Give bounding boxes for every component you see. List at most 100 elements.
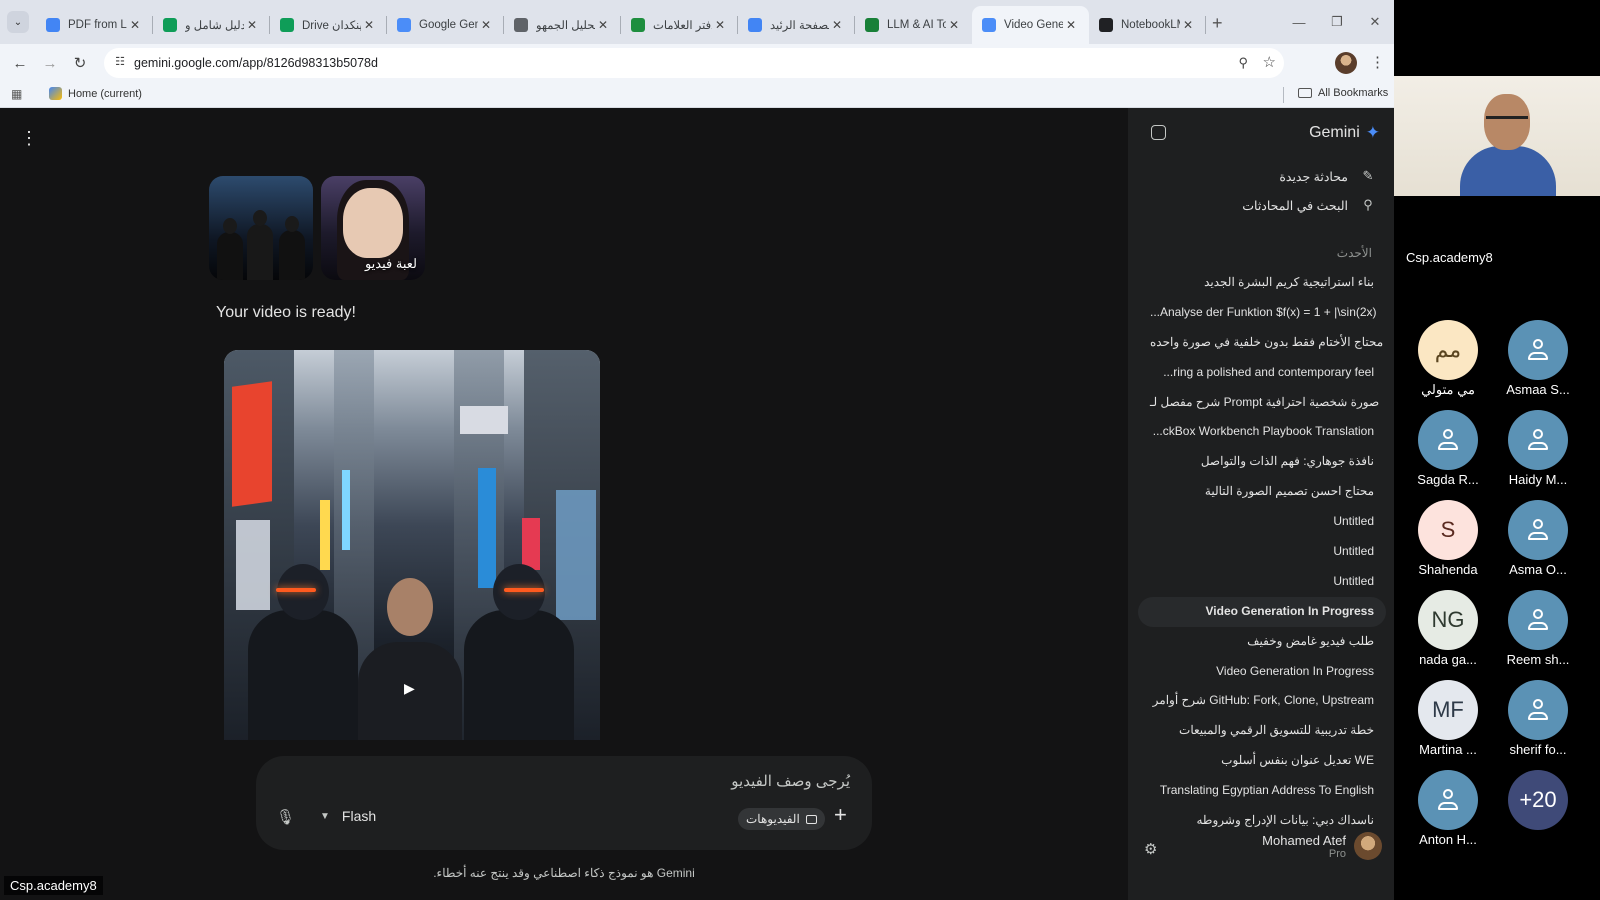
browser-tab[interactable]: Video Gener ✕ <box>972 6 1089 44</box>
tab-title: PDF from Lir <box>68 19 127 31</box>
tab-close-icon[interactable]: ✕ <box>1063 18 1079 32</box>
bookmark-star-icon[interactable]: ☆ <box>1263 53 1276 71</box>
chat-history-item[interactable]: طلب فيديو غامض وخفيف <box>1138 627 1386 657</box>
tab-search-button[interactable]: ⌄ <box>7 11 29 33</box>
profile-avatar[interactable] <box>1335 52 1357 74</box>
videos-tool-chip[interactable]: الفيديوهات <box>738 808 825 830</box>
participant-tile[interactable]: S Shahenda <box>1402 500 1494 577</box>
zoom-icon[interactable]: ⚲ <box>1238 55 1248 71</box>
participant-avatar: MF <box>1418 680 1478 740</box>
address-bar[interactable]: ☷ gemini.google.com/app/8126d98313b5078d… <box>104 48 1284 78</box>
bookmark-home[interactable]: Home (current) <box>49 87 142 100</box>
tab-close-icon[interactable]: ✕ <box>712 18 728 32</box>
chat-history-item[interactable]: شرح أوامر GitHub: Fork, Clone, Upstream <box>1138 686 1386 716</box>
chat-history-item[interactable]: بناء استراتيجية كريم البشرة الجديد <box>1138 268 1386 298</box>
prompt-input[interactable]: يُرجى وصف الفيديو <box>731 772 850 790</box>
browser-tab[interactable]: دفتر العلامات ✕ <box>621 6 738 44</box>
back-button[interactable]: ← <box>8 51 32 75</box>
chat-history-item[interactable]: خطة تدريبية للتسويق الرقمي والمبيعات <box>1138 716 1386 746</box>
disclaimer-label: Gemini هو نموذج ذكاء اصطناعي وقد ينتج عن… <box>433 866 695 880</box>
tab-close-icon[interactable]: ✕ <box>595 18 611 32</box>
user-account[interactable]: Mohamed Atef Pro <box>1262 832 1382 860</box>
participant-tile[interactable]: Anton H... <box>1402 770 1494 847</box>
chat-history-item[interactable]: محتاج الأختام فقط بدون خلفية في صورة واح… <box>1138 328 1386 358</box>
chat-history-item[interactable]: ...ckBox Workbench Playbook Translation <box>1138 417 1386 447</box>
browser-tab[interactable]: Google Gem ✕ <box>387 6 504 44</box>
brand-label: Gemini <box>1309 124 1360 141</box>
more-options-icon[interactable]: ⋮ <box>20 128 38 149</box>
prompt-input-box[interactable]: يُرجى وصف الفيديو 🎙 ▼ Flash الفيديوهات + <box>256 756 872 850</box>
microphone-icon[interactable]: 🎙 <box>276 808 295 826</box>
tab-title: Video Gener <box>1004 19 1063 31</box>
minimize-button[interactable]: — <box>1280 0 1318 44</box>
browser-tab[interactable]: تحليل الجمهو ✕ <box>504 6 621 44</box>
participant-tile[interactable]: Asma O... <box>1492 500 1584 577</box>
sidebar-toggle-icon[interactable] <box>1151 125 1166 140</box>
attachment-thumbnail-character[interactable]: لعبة فيديو <box>321 176 425 280</box>
tab-close-icon[interactable]: ✕ <box>1180 18 1196 32</box>
chat-history-item[interactable]: Untitled <box>1138 537 1386 567</box>
browser-tab[interactable]: Drive لينكدان✕ <box>270 6 387 44</box>
participant-name: Martina ... <box>1419 742 1477 757</box>
chat-history-item[interactable]: شرح مفصل لـ Prompt صورة شخصية احترافية <box>1138 388 1386 418</box>
new-chat-button[interactable]: ✎ محادثة جديدة <box>1279 168 1376 184</box>
all-bookmarks-button[interactable]: All Bookmarks <box>1298 87 1388 99</box>
tab-close-icon[interactable]: ✕ <box>127 18 143 32</box>
participant-tile[interactable]: Haidy M... <box>1492 410 1584 487</box>
participant-tile[interactable]: Asmaa S... <box>1492 320 1584 397</box>
user-plan: Pro <box>1328 847 1346 860</box>
browser-tab[interactable]: دليل شامل و ✕ <box>153 6 270 44</box>
chat-history-item[interactable]: Untitled <box>1138 567 1386 597</box>
browser-tab[interactable]: NotebookLM ✕ <box>1089 6 1206 44</box>
forward-button[interactable]: → <box>38 51 62 75</box>
participant-tile[interactable]: +20 <box>1492 770 1584 830</box>
apps-grid-icon[interactable]: ▦ <box>11 88 24 101</box>
participant-tile[interactable]: Reem sh... <box>1492 590 1584 667</box>
browser-menu-icon[interactable]: ⋮ <box>1370 53 1385 71</box>
chat-history-item[interactable]: نافذة جوهاري: فهم الذات والتواصل <box>1138 447 1386 477</box>
model-selector[interactable]: ▼ Flash <box>320 804 376 828</box>
tab-favicon-icon <box>1099 18 1113 32</box>
chat-history-item[interactable]: ...ring a polished and contemporary feel <box>1138 358 1386 388</box>
chat-history-item[interactable]: Untitled <box>1138 507 1386 537</box>
camera-participant-name: Csp.academy8 <box>1406 250 1493 265</box>
tab-close-icon[interactable]: ✕ <box>946 18 962 32</box>
folder-icon <box>1298 88 1312 98</box>
chat-history-item[interactable]: تعديل عنوان بنفس أسلوب WE <box>1138 746 1386 776</box>
disclaimer-text: Gemini هو نموذج ذكاء اصطناعي وقد ينتج عن… <box>0 866 1128 880</box>
camera-video-tile[interactable] <box>1394 76 1600 196</box>
tab-close-icon[interactable]: ✕ <box>361 18 377 32</box>
maximize-button[interactable]: ❐ <box>1318 0 1356 44</box>
chat-history-item[interactable]: محتاج احسن تصميم الصورة التالية <box>1138 477 1386 507</box>
generated-video-player[interactable]: ▶ <box>224 350 600 740</box>
browser-tab[interactable]: الصفحة الرئيد ✕ <box>738 6 855 44</box>
play-icon[interactable]: ▶ <box>404 680 415 697</box>
url-text[interactable]: gemini.google.com/app/8126d98313b5078d <box>134 56 378 70</box>
participant-name: Asma O... <box>1509 562 1567 577</box>
browser-window: ⌄ PDF from Lir✕دليل شامل و✕Drive لينكدان… <box>0 0 1394 900</box>
reload-button[interactable]: ↻ <box>68 51 92 75</box>
chat-history-item[interactable]: Translating Egyptian Address To English <box>1138 776 1386 806</box>
browser-tab[interactable]: PDF from Lir ✕ <box>36 6 153 44</box>
participant-tile[interactable]: Sagda R... <box>1402 410 1494 487</box>
reload-icon: ↻ <box>73 55 87 72</box>
close-window-button[interactable]: ✕ <box>1356 0 1394 44</box>
participant-tile[interactable]: مم مي متولي <box>1402 320 1494 398</box>
tab-close-icon[interactable]: ✕ <box>478 18 494 32</box>
site-info-icon[interactable]: ☷ <box>112 55 128 71</box>
browser-tab[interactable]: LLM & AI To ✕ <box>855 6 972 44</box>
participant-tile[interactable]: sherif fo... <box>1492 680 1584 757</box>
tab-favicon-icon <box>46 18 60 32</box>
chat-history-item[interactable]: ...Analyse der Funktion $f(x) = 1 + |\si… <box>1138 298 1386 328</box>
search-chats-button[interactable]: ⚲ البحث في المحادثات <box>1242 197 1376 213</box>
tab-close-icon[interactable]: ✕ <box>244 18 260 32</box>
participant-tile[interactable]: NG nada ga... <box>1402 590 1494 667</box>
chat-history-item[interactable]: Video Generation In Progress <box>1138 596 1386 627</box>
participant-tile[interactable]: MF Martina ... <box>1402 680 1494 757</box>
settings-gear-icon[interactable]: ⚙ <box>1144 840 1157 858</box>
tab-close-icon[interactable]: ✕ <box>829 18 845 32</box>
attachment-thumbnail-robots[interactable] <box>209 176 313 280</box>
chat-history-item[interactable]: Video Generation In Progress <box>1138 657 1386 687</box>
new-tab-button[interactable]: + <box>1212 13 1223 34</box>
add-icon[interactable]: + <box>834 802 847 828</box>
